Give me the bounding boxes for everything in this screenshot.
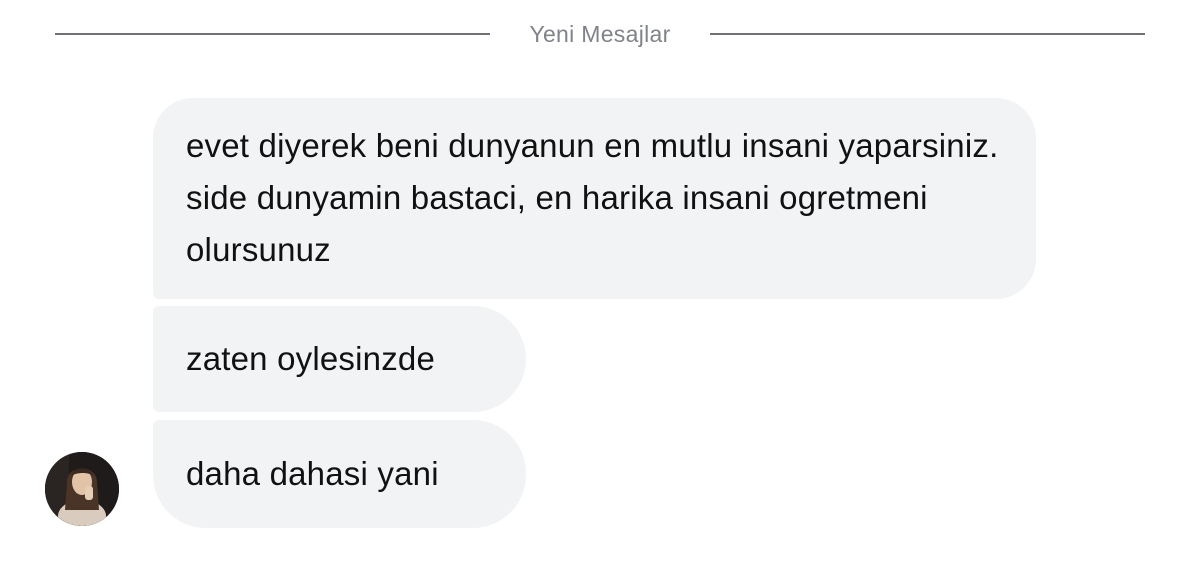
sender-avatar[interactable] xyxy=(45,452,119,526)
message-bubble[interactable]: evet diyerek beni dunyanun en mutlu insa… xyxy=(153,98,1036,299)
message-bubble[interactable]: daha dahasi yani xyxy=(153,420,526,528)
divider-line-right xyxy=(710,33,1145,35)
new-messages-label: Yeni Mesajlar xyxy=(529,21,671,47)
profile-photo-icon xyxy=(45,452,119,526)
message-bubble[interactable]: zaten oylesinzde xyxy=(153,306,526,412)
new-messages-divider: Yeni Mesajlar xyxy=(55,16,1145,52)
divider-line-left xyxy=(55,33,490,35)
